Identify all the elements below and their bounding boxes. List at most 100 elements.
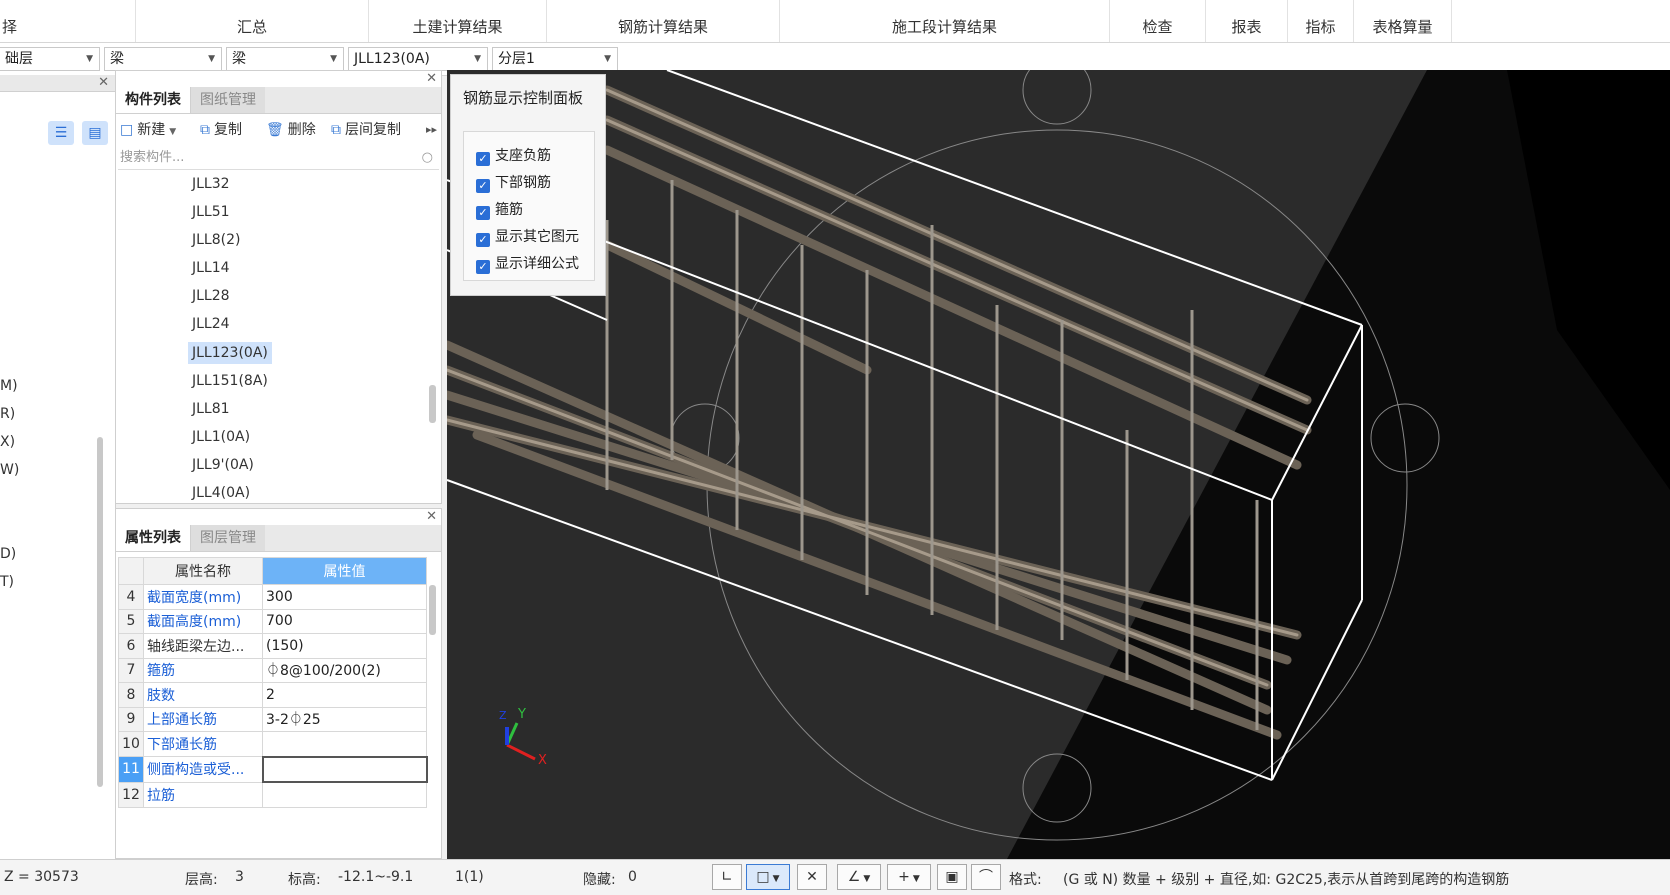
arc-icon[interactable]: ⌒: [971, 864, 1001, 890]
insert-point-button[interactable]: + ▼: [887, 864, 931, 890]
list-view-icon[interactable]: ☰: [48, 121, 74, 145]
scrollbar[interactable]: [429, 385, 436, 423]
ribbon-tab-label: 报表: [1231, 18, 1262, 36]
property-value[interactable]: [262, 781, 427, 808]
scrollbar[interactable]: [97, 437, 103, 787]
table-row[interactable]: 5 截面高度(mm) 700: [118, 608, 427, 634]
floor-height-label: 层高:: [185, 872, 218, 888]
checkmark-icon: ✓: [476, 233, 490, 247]
table-row[interactable]: 10 下部通长筋: [118, 731, 427, 757]
dynamic-input-icon[interactable]: ▣: [937, 864, 967, 890]
nav-tree-item[interactable]: R): [0, 406, 15, 422]
tab-property-list[interactable]: 属性列表: [116, 525, 191, 551]
row-number: 12: [118, 781, 144, 808]
more-icon[interactable]: ▸▸: [426, 119, 437, 141]
search-input[interactable]: 搜索构件... ○: [118, 147, 439, 170]
list-item[interactable]: JLL4(0A): [188, 482, 254, 504]
nav-tree-item[interactable]: M): [0, 378, 18, 394]
chevron-down-icon: ▼: [604, 54, 611, 64]
nav-tree-item[interactable]: D): [0, 546, 16, 562]
rotation-gizmo-handle[interactable]: [1022, 70, 1092, 125]
ribbon-tab-table-calc[interactable]: 表格算量: [1354, 0, 1452, 42]
ribbon-tab-index[interactable]: 指标: [1288, 0, 1354, 42]
list-item[interactable]: JLL14: [188, 257, 234, 279]
table-row[interactable]: 9 上部通长筋 3-2⏀25: [118, 706, 427, 732]
list-item[interactable]: JLL28: [188, 285, 234, 307]
ribbon-tab-select[interactable]: 择: [0, 0, 136, 42]
component-dropdown[interactable]: JLL123(0A) ▼: [348, 47, 488, 71]
table-row[interactable]: 8 肢数 2: [118, 682, 427, 708]
ribbon-tab-section-results[interactable]: 施工段计算结果: [780, 0, 1110, 42]
table-row[interactable]: 6 轴线距梁左边... (150): [118, 633, 427, 659]
chevron-down-icon: ▼: [208, 54, 215, 64]
list-item[interactable]: JLL81: [188, 398, 234, 420]
cross-snap-icon[interactable]: ✕: [797, 864, 827, 890]
list-item[interactable]: JLL151(8A): [188, 370, 272, 392]
checkbox-bottom-rebar[interactable]: ✓ 下部钢筋: [476, 172, 551, 193]
ribbon-tab-rebar-results[interactable]: 钢筋计算结果: [547, 0, 780, 42]
copy-button-label: 复制: [214, 122, 242, 138]
category-dropdown[interactable]: 梁 ▼: [104, 47, 222, 71]
checkbox-label: 显示详细公式: [495, 256, 579, 272]
row-number: 8: [118, 682, 144, 708]
list-item[interactable]: JLL51: [188, 201, 234, 223]
list-item[interactable]: JLL8(2): [188, 229, 244, 251]
row-number: 11: [118, 756, 144, 783]
delete-button[interactable]: 🗑 删除: [266, 119, 316, 141]
table-row[interactable]: 7 箍筋 ⏀8@100/200(2): [118, 657, 427, 683]
property-value[interactable]: (150): [262, 633, 427, 659]
property-value[interactable]: 700: [262, 608, 427, 634]
layer-dropdown[interactable]: 分层1 ▼: [492, 47, 618, 71]
property-value[interactable]: [262, 731, 427, 757]
tab-layer-manager[interactable]: 图层管理: [191, 525, 265, 551]
ribbon-tab-civil-results[interactable]: 土建计算结果: [369, 0, 547, 42]
close-icon[interactable]: ✕: [426, 509, 437, 524]
object-snap-button[interactable]: □ ▼: [746, 864, 790, 890]
ribbon-tab-label: 择: [2, 18, 18, 36]
column-header-name: 属性名称: [143, 557, 263, 585]
checkbox-support-negative[interactable]: ✓ 支座负筋: [476, 145, 551, 166]
ribbon-tab-summary[interactable]: 汇总: [136, 0, 369, 42]
hidden-value: 0: [628, 869, 637, 885]
floor-dropdown[interactable]: 础层 ▼: [0, 47, 100, 71]
checkbox-show-detail-formula[interactable]: ✓ 显示详细公式: [476, 253, 579, 274]
table-row[interactable]: 4 截面宽度(mm) 300: [118, 584, 427, 610]
table-row[interactable]: 12 拉筋: [118, 781, 427, 808]
list-item[interactable]: JLL32: [188, 173, 234, 195]
angle-button[interactable]: ∠ ▼: [837, 864, 881, 890]
nav-tree-item[interactable]: W): [0, 462, 19, 478]
property-value-editor[interactable]: [261, 755, 428, 783]
list-item[interactable]: JLL1(0A): [188, 426, 254, 448]
list-item[interactable]: JLL24: [188, 313, 234, 335]
floor-copy-button[interactable]: ⧉ 层间复制: [331, 119, 401, 141]
nav-tree-item[interactable]: X): [0, 434, 15, 450]
tab-component-list[interactable]: 构件列表: [116, 87, 191, 113]
list-item-selected[interactable]: JLL123(0A): [188, 342, 272, 364]
property-value[interactable]: 3-2⏀25: [262, 706, 427, 732]
new-button[interactable]: □ 新建 ▼: [120, 119, 176, 141]
component-list-panel: ✕ 构件列表 图纸管理 □ 新建 ▼ ⧉ 复制 🗑 删除 ⧉ 层间复制 ▸▸ 搜索构件..…: [115, 70, 442, 504]
table-row-selected[interactable]: 11 侧面构造或受...: [118, 755, 428, 783]
z-coordinate: Z = 30573: [4, 869, 79, 885]
row-number: 5: [118, 608, 144, 634]
tab-drawing-manager[interactable]: 图纸管理: [191, 87, 265, 113]
list-item[interactable]: JLL9'(0A): [188, 454, 258, 476]
checkbox-stirrup[interactable]: ✓ 箍筋: [476, 199, 523, 220]
property-value[interactable]: ⏀8@100/200(2): [262, 657, 427, 683]
x-axis-line: [506, 743, 536, 761]
copy-button[interactable]: ⧉ 复制: [200, 119, 242, 141]
close-icon[interactable]: ✕: [98, 75, 109, 90]
property-value[interactable]: 300: [262, 584, 427, 610]
nav-tree-item[interactable]: T): [0, 574, 14, 590]
ribbon-tab-report[interactable]: 报表: [1206, 0, 1288, 42]
detail-view-icon[interactable]: ▤: [82, 121, 108, 145]
close-icon[interactable]: ✕: [426, 71, 437, 86]
scrollbar[interactable]: [429, 585, 436, 635]
checkbox-show-other-elements[interactable]: ✓ 显示其它图元: [476, 226, 579, 247]
row-number: 7: [118, 657, 144, 683]
ortho-snap-icon[interactable]: ∟: [712, 864, 742, 890]
property-value[interactable]: 2: [262, 682, 427, 708]
type-dropdown[interactable]: 梁 ▼: [226, 47, 344, 71]
ribbon-tab-check[interactable]: 检查: [1110, 0, 1206, 42]
3d-viewport[interactable]: Y X Z: [447, 70, 1670, 859]
